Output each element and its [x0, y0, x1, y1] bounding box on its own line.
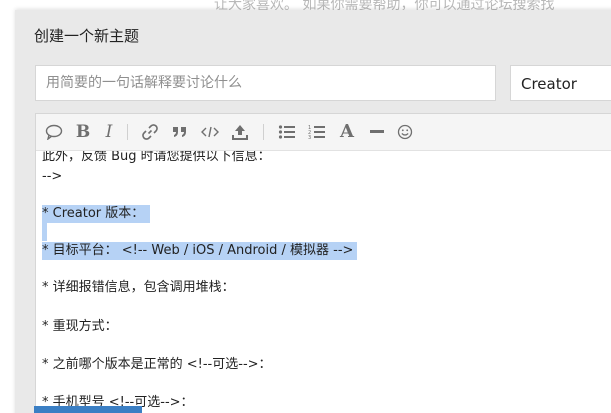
toolbar-divider [263, 124, 264, 140]
editor-line-selected: * Creator 版本： [42, 205, 151, 223]
upload-icon[interactable] [229, 122, 251, 142]
link-icon[interactable] [139, 122, 161, 142]
editor: B I 1 2 3 A 此外，反馈 Bug 时请您提供以下信息： --> * C… [35, 113, 611, 413]
screen: 让大家喜欢。 如果你需要帮助，你可以通过论坛搜索找 创建一个新主题 Creato… [0, 0, 611, 413]
heading-icon: A [340, 121, 354, 142]
editor-line: * 之前哪个版本是正常的 <!--可选-->： [42, 357, 272, 372]
code-icon[interactable] [199, 122, 221, 142]
editor-line: * 重现方式： [42, 319, 118, 334]
bold-button[interactable]: B [72, 122, 94, 142]
editor-line-selected: * 目标平台： <!-- Web / iOS / Android / 模拟器 -… [42, 242, 358, 260]
editor-line: --> [42, 169, 63, 184]
italic-icon: I [105, 122, 113, 142]
editor-line: 此外，反馈 Bug 时请您提供以下信息： [42, 151, 271, 164]
create-topic-button[interactable] [34, 406, 142, 413]
editor-text-area[interactable]: 此外，反馈 Bug 时请您提供以下信息： --> * Creator 版本： *… [36, 151, 611, 413]
bold-icon: B [75, 122, 91, 142]
blockquote-icon[interactable] [169, 122, 191, 142]
heading-button[interactable]: A [336, 122, 358, 142]
category-select[interactable]: Creator [510, 65, 611, 101]
composer-title: 创建一个新主题 [34, 27, 140, 45]
bullet-list-icon[interactable] [276, 122, 298, 142]
editor-toolbar: B I 1 2 3 A [36, 114, 611, 151]
category-select-value: Creator [521, 75, 577, 93]
quote-bubble-icon[interactable] [43, 122, 65, 142]
numbered-list-icon[interactable]: 1 2 3 [306, 122, 328, 142]
selection-blank-line [42, 223, 47, 241]
emoji-icon[interactable] [394, 122, 416, 142]
svg-text:3: 3 [308, 135, 311, 140]
topic-title-input[interactable] [35, 65, 496, 101]
composer-panel: 创建一个新主题 Creator B I [15, 10, 611, 413]
editor-line: * 详细报错信息，包含调用堆栈： [42, 280, 235, 295]
horizontal-rule-icon[interactable] [366, 122, 388, 142]
italic-button[interactable]: I [98, 122, 120, 142]
toolbar-divider [127, 124, 128, 140]
